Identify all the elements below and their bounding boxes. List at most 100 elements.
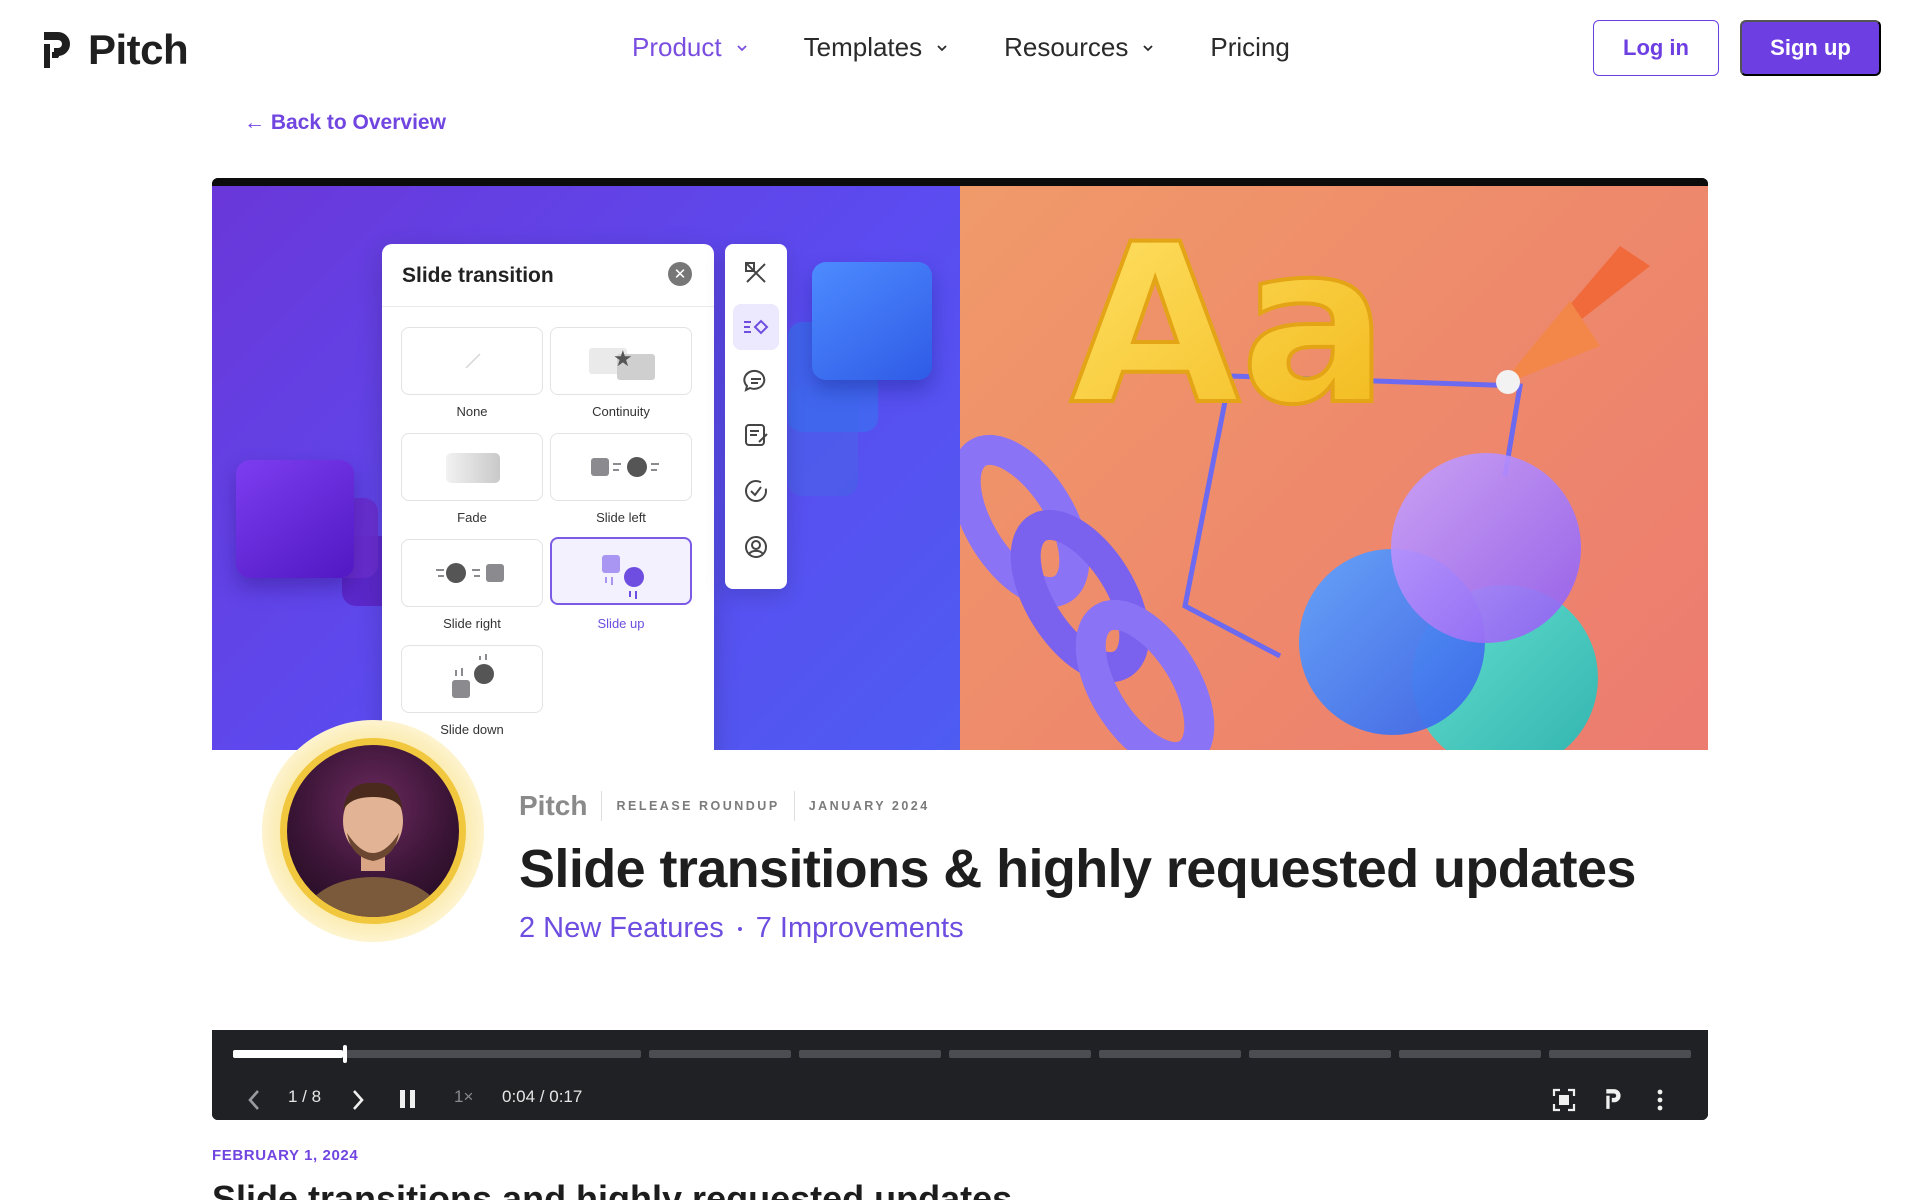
time-display: 0:04 / 0:17 <box>502 1087 583 1106</box>
progress-fill <box>233 1050 343 1058</box>
close-icon[interactable]: ✕ <box>668 262 692 286</box>
playback-speed-button[interactable]: 1× <box>454 1087 473 1107</box>
slide-up-icon <box>602 555 644 599</box>
progress-segment[interactable] <box>649 1050 791 1058</box>
nav-item-resources[interactable]: Resources <box>1004 32 1154 63</box>
login-button[interactable]: Log in <box>1593 20 1719 76</box>
presenter-silhouette <box>303 782 443 917</box>
nav-label: Resources <box>1004 32 1129 62</box>
more-vertical-icon <box>1657 1089 1663 1111</box>
chevron-right-icon <box>353 1090 364 1110</box>
divider <box>382 306 714 307</box>
option-label: None <box>456 404 488 419</box>
pitch-logo-icon <box>1606 1089 1621 1109</box>
back-to-overview-link[interactable]: ← Back to Overview <box>244 111 446 135</box>
player-controls: 1 / 8 1× 0:04 / 0:17 <box>212 1030 1708 1120</box>
slide-right-icon <box>436 563 504 583</box>
comment-icon[interactable] <box>733 358 779 404</box>
prev-slide-button[interactable] <box>246 1088 262 1112</box>
pitch-player-logo[interactable] <box>1604 1088 1624 1110</box>
progress-segment[interactable] <box>233 1045 641 1063</box>
presenter-avatar <box>280 738 466 924</box>
fullscreen-button[interactable] <box>1552 1088 1576 1112</box>
divider <box>793 791 795 821</box>
nav-item-pricing[interactable]: Pricing <box>1210 32 1289 63</box>
card-brand: Pitch <box>519 790 588 821</box>
progress-segment[interactable] <box>1399 1050 1541 1058</box>
slide-headline: Slide transitions & highly requested upd… <box>519 839 1636 899</box>
divider <box>601 791 603 821</box>
hero-right-panel: Aa <box>960 186 1708 773</box>
progress-segment[interactable] <box>799 1050 941 1058</box>
none-icon <box>465 353 481 369</box>
nav-item-product[interactable]: Product <box>632 32 748 63</box>
chevron-down-icon <box>937 44 947 51</box>
progress-bar[interactable] <box>233 1045 1691 1063</box>
pause-icon <box>400 1090 415 1108</box>
nav-label: Product <box>632 32 722 62</box>
progress-segment[interactable] <box>1099 1050 1241 1058</box>
transition-option-slide-down[interactable] <box>401 645 543 713</box>
nav-label: Pricing <box>1210 32 1290 62</box>
dialog-title: Slide transition <box>402 264 554 287</box>
chevron-left-icon <box>248 1090 259 1110</box>
hero-illustration: Aa <box>960 195 1650 773</box>
option-label: Slide left <box>596 510 646 525</box>
nav-item-templates[interactable]: Templates <box>804 32 949 63</box>
slide-meta: Pitch RELEASE ROUNDUP JANUARY 2024 <box>519 790 930 822</box>
chevron-down-icon <box>736 44 747 51</box>
video-top-bar <box>212 178 1708 186</box>
card-tag: RELEASE ROUNDUP <box>616 799 780 813</box>
card-month: JANUARY 2024 <box>808 799 930 813</box>
design-tools-icon[interactable] <box>733 250 779 296</box>
chevron-down-icon <box>1143 44 1154 51</box>
check-circle-icon[interactable] <box>733 468 779 514</box>
improvements-count: 7 Improvements <box>755 912 964 944</box>
transition-option-slide-up[interactable] <box>550 537 692 605</box>
progress-segment[interactable] <box>1549 1050 1691 1058</box>
option-label: Fade <box>457 510 487 525</box>
continuity-icon: ★ <box>589 347 655 380</box>
fullscreen-icon <box>1552 1088 1576 1112</box>
pitch-logo[interactable]: Pitch <box>40 26 189 74</box>
notes-icon[interactable] <box>733 412 779 458</box>
transition-option-continuity[interactable]: ★ <box>550 327 692 395</box>
option-label: Slide right <box>443 616 501 631</box>
nav-label: Templates <box>803 32 923 62</box>
more-options-button[interactable] <box>1656 1088 1664 1112</box>
scrub-handle[interactable] <box>343 1045 347 1063</box>
transition-option-fade[interactable] <box>401 433 543 501</box>
transition-option-slide-right[interactable] <box>401 539 543 607</box>
editor-toolbar <box>725 244 787 589</box>
progress-segment[interactable] <box>949 1050 1091 1058</box>
signup-button[interactable]: Sign up <box>1740 20 1881 76</box>
decorative-cube <box>812 262 932 380</box>
transition-option-slide-left[interactable] <box>550 433 692 501</box>
hero-letters: Aa <box>1070 197 1389 453</box>
slide-down-icon <box>452 654 494 698</box>
pitch-logo-icon <box>44 32 70 68</box>
pause-button[interactable] <box>398 1088 418 1110</box>
main-nav: Product Templates Resources Pricing <box>632 32 1346 63</box>
slide-subline: 2 New Features 7 Improvements <box>519 912 964 945</box>
site-header: Pitch Product Templates Resources Pricin… <box>0 0 1920 100</box>
option-label: Slide up <box>597 616 645 631</box>
slide-transition-dialog: Slide transition ✕ None ★ Continuity Fad… <box>382 244 714 764</box>
option-label: Continuity <box>592 404 650 419</box>
decorative-cube <box>236 460 354 578</box>
slide-counter: 1 / 8 <box>288 1087 322 1106</box>
slide-left-icon <box>591 457 659 477</box>
user-circle-icon[interactable] <box>733 524 779 570</box>
next-slide-button[interactable] <box>350 1088 366 1112</box>
article-date: FEBRUARY 1, 2024 <box>212 1147 359 1164</box>
transition-option-none[interactable] <box>401 327 543 395</box>
article-title: Slide transitions and highly requested u… <box>212 1178 1013 1200</box>
progress-segment[interactable] <box>1249 1050 1391 1058</box>
features-count: 2 New Features <box>519 912 724 944</box>
separator-dot <box>737 926 742 931</box>
brand-name: Pitch <box>88 26 189 73</box>
video-player[interactable]: Aa Slide transition ✕ None ★ Continuity … <box>212 178 1708 1120</box>
svg-text:★: ★ <box>613 347 633 372</box>
fade-icon <box>446 453 500 483</box>
transition-icon[interactable] <box>733 304 779 350</box>
